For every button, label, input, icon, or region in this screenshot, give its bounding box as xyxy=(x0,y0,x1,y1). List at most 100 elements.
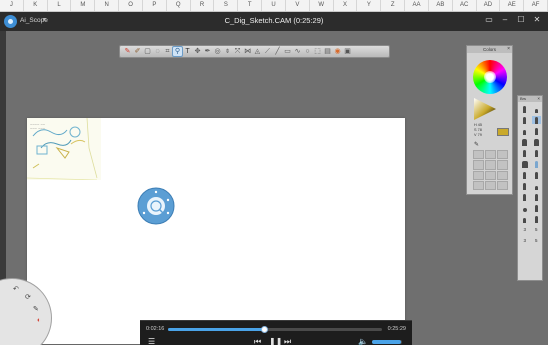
play-pause-button[interactable]: ❚❚ xyxy=(269,337,282,345)
layers-icon[interactable]: ▤ xyxy=(323,47,332,56)
eyedropper-icon[interactable]: ✎ xyxy=(474,141,479,148)
swatch-slot[interactable] xyxy=(485,180,496,190)
menu-icon[interactable]: ☰ xyxy=(148,337,155,345)
window-minimize-icon[interactable]: – xyxy=(500,15,510,24)
ellipse-icon[interactable]: ○ xyxy=(303,47,312,56)
perspective-icon[interactable]: ◬ xyxy=(253,47,262,56)
text-icon[interactable]: T xyxy=(183,47,192,56)
move-icon[interactable]: ✥ xyxy=(193,47,202,56)
symmetry-icon[interactable]: ⋈ xyxy=(243,47,252,56)
color-saturation-triangle[interactable] xyxy=(474,98,496,120)
brush-paint[interactable] xyxy=(520,193,530,201)
brush-flat[interactable] xyxy=(532,138,542,146)
lasso-icon[interactable]: ◌ xyxy=(153,47,162,56)
rewind-button[interactable]: ⏮ xyxy=(254,337,261,345)
brush-pen[interactable] xyxy=(520,127,530,135)
brush-smear[interactable] xyxy=(520,182,530,190)
brush-texture[interactable] xyxy=(532,193,542,201)
curve-icon[interactable]: ∿ xyxy=(293,47,302,56)
color-panel-header: Colors × xyxy=(467,46,512,53)
swatch-slot[interactable] xyxy=(497,180,508,190)
drawing-canvas[interactable]: ~~~~ ~~ ~~~ ~~~ xyxy=(27,118,405,344)
brush-blender[interactable] xyxy=(532,160,542,168)
brush-crayon[interactable] xyxy=(532,149,542,157)
fill-icon[interactable]: ⌽ xyxy=(223,47,232,56)
spreadsheet-column-label: AF xyxy=(524,0,548,11)
transform-icon[interactable]: ⤧ xyxy=(233,47,242,56)
spreadsheet-column-label: Y xyxy=(357,0,382,11)
zoom-icon[interactable]: ⚲ xyxy=(172,46,183,57)
color-editor-panel: Colors × H 45 S 78 V 79 ✎ xyxy=(466,45,513,195)
redo-icon[interactable]: ⟳ xyxy=(25,293,31,301)
canvas-lagoon-widget[interactable] xyxy=(137,187,175,225)
volume-slider[interactable] xyxy=(372,340,402,344)
window-close-icon[interactable]: ✕ xyxy=(532,15,542,24)
spreadsheet-column-label: W xyxy=(310,0,334,11)
spreadsheet-column-label: N xyxy=(95,0,120,11)
brush-size-label[interactable]: 5 xyxy=(532,237,542,245)
smudge-icon[interactable]: ✐ xyxy=(133,47,142,56)
rectangle-icon[interactable]: ▭ xyxy=(283,47,292,56)
color-wheel-icon[interactable]: ◉ xyxy=(333,47,342,56)
swatch-slot[interactable] xyxy=(485,150,496,160)
target-icon[interactable]: ◎ xyxy=(213,47,222,56)
swatch-slot[interactable] xyxy=(473,150,484,160)
playback-bar: 0:02:16 0:25:29 ☰ ⏮ ❚❚ ⏭ 🔈 xyxy=(140,320,412,345)
brush-airbrush[interactable] xyxy=(520,116,530,124)
reference-image[interactable]: ~~~~ ~~ ~~~ ~~~ xyxy=(27,118,101,180)
brush-ink[interactable] xyxy=(532,105,542,113)
color-panel-close-icon[interactable]: × xyxy=(507,46,510,53)
brush-lagoon-icon[interactable]: ✎ xyxy=(33,305,39,313)
brush-library-panel: Brs × 3 5 3 5 xyxy=(517,95,543,281)
color-lagoon-icon[interactable]: ◐ xyxy=(37,317,41,324)
brush-size-label[interactable]: 5 xyxy=(532,226,542,234)
brush-wide[interactable] xyxy=(520,160,530,168)
stamp-icon[interactable]: ⬚ xyxy=(313,47,322,56)
swatch-slot[interactable] xyxy=(497,170,508,180)
line-icon[interactable]: ╱ xyxy=(273,47,282,56)
swatch-slot[interactable] xyxy=(485,160,496,170)
brush-size-label[interactable]: 3 xyxy=(520,226,530,234)
undo-icon[interactable]: ↶ xyxy=(13,285,19,293)
spreadsheet-column-label: J xyxy=(0,0,24,11)
color-wheel-center xyxy=(484,71,496,83)
window-restore-icon[interactable]: ▭ xyxy=(484,15,494,24)
ruler-icon[interactable]: ⟋ xyxy=(263,47,272,56)
forward-button[interactable]: ⏭ xyxy=(284,337,291,345)
seek-slider[interactable] xyxy=(168,326,382,333)
crop-icon[interactable]: ⌗ xyxy=(163,47,172,56)
brush-panel-close-icon[interactable]: × xyxy=(537,96,540,102)
spreadsheet-column-label: K xyxy=(24,0,48,11)
brush-chisel[interactable] xyxy=(520,138,530,146)
brush-marker-selected[interactable] xyxy=(531,116,541,124)
brush-icon[interactable]: ✎ xyxy=(123,47,132,56)
swatch-slot[interactable] xyxy=(497,150,508,160)
volume-icon[interactable]: 🔈 xyxy=(358,337,368,345)
seek-handle[interactable] xyxy=(261,326,269,333)
color-panel-title: Colors xyxy=(482,47,496,52)
brush-soft[interactable] xyxy=(520,171,530,179)
swatch-slot[interactable] xyxy=(473,160,484,170)
brush-charcoal[interactable] xyxy=(520,149,530,157)
brush-fill[interactable] xyxy=(520,215,530,223)
brush-eraser[interactable] xyxy=(532,182,542,190)
current-color-swatch[interactable] xyxy=(497,128,509,136)
brush-size-label[interactable]: 3 xyxy=(520,237,530,245)
select-icon[interactable]: ▢ xyxy=(143,47,152,56)
brush-felt[interactable] xyxy=(532,127,542,135)
swatch-slot[interactable] xyxy=(485,170,496,180)
pen-icon[interactable]: ✒ xyxy=(203,47,212,56)
swatch-slot[interactable] xyxy=(473,180,484,190)
brush-round[interactable] xyxy=(520,204,530,212)
brush-drop[interactable] xyxy=(532,215,542,223)
brush-pencil[interactable] xyxy=(520,105,530,113)
swatch-slot[interactable] xyxy=(497,160,508,170)
spreadsheet-column-label: AC xyxy=(453,0,477,11)
document-title: C_Dig_Sketch.CAM (0:25:29) xyxy=(224,16,324,25)
brush-splatter[interactable] xyxy=(532,204,542,212)
swatch-slot[interactable] xyxy=(473,170,484,180)
image-icon[interactable]: ▣ xyxy=(343,47,352,56)
brush-hard[interactable] xyxy=(532,171,542,179)
spreadsheet-column-label: R xyxy=(191,0,215,11)
window-maximize-icon[interactable]: ☐ xyxy=(516,15,526,24)
